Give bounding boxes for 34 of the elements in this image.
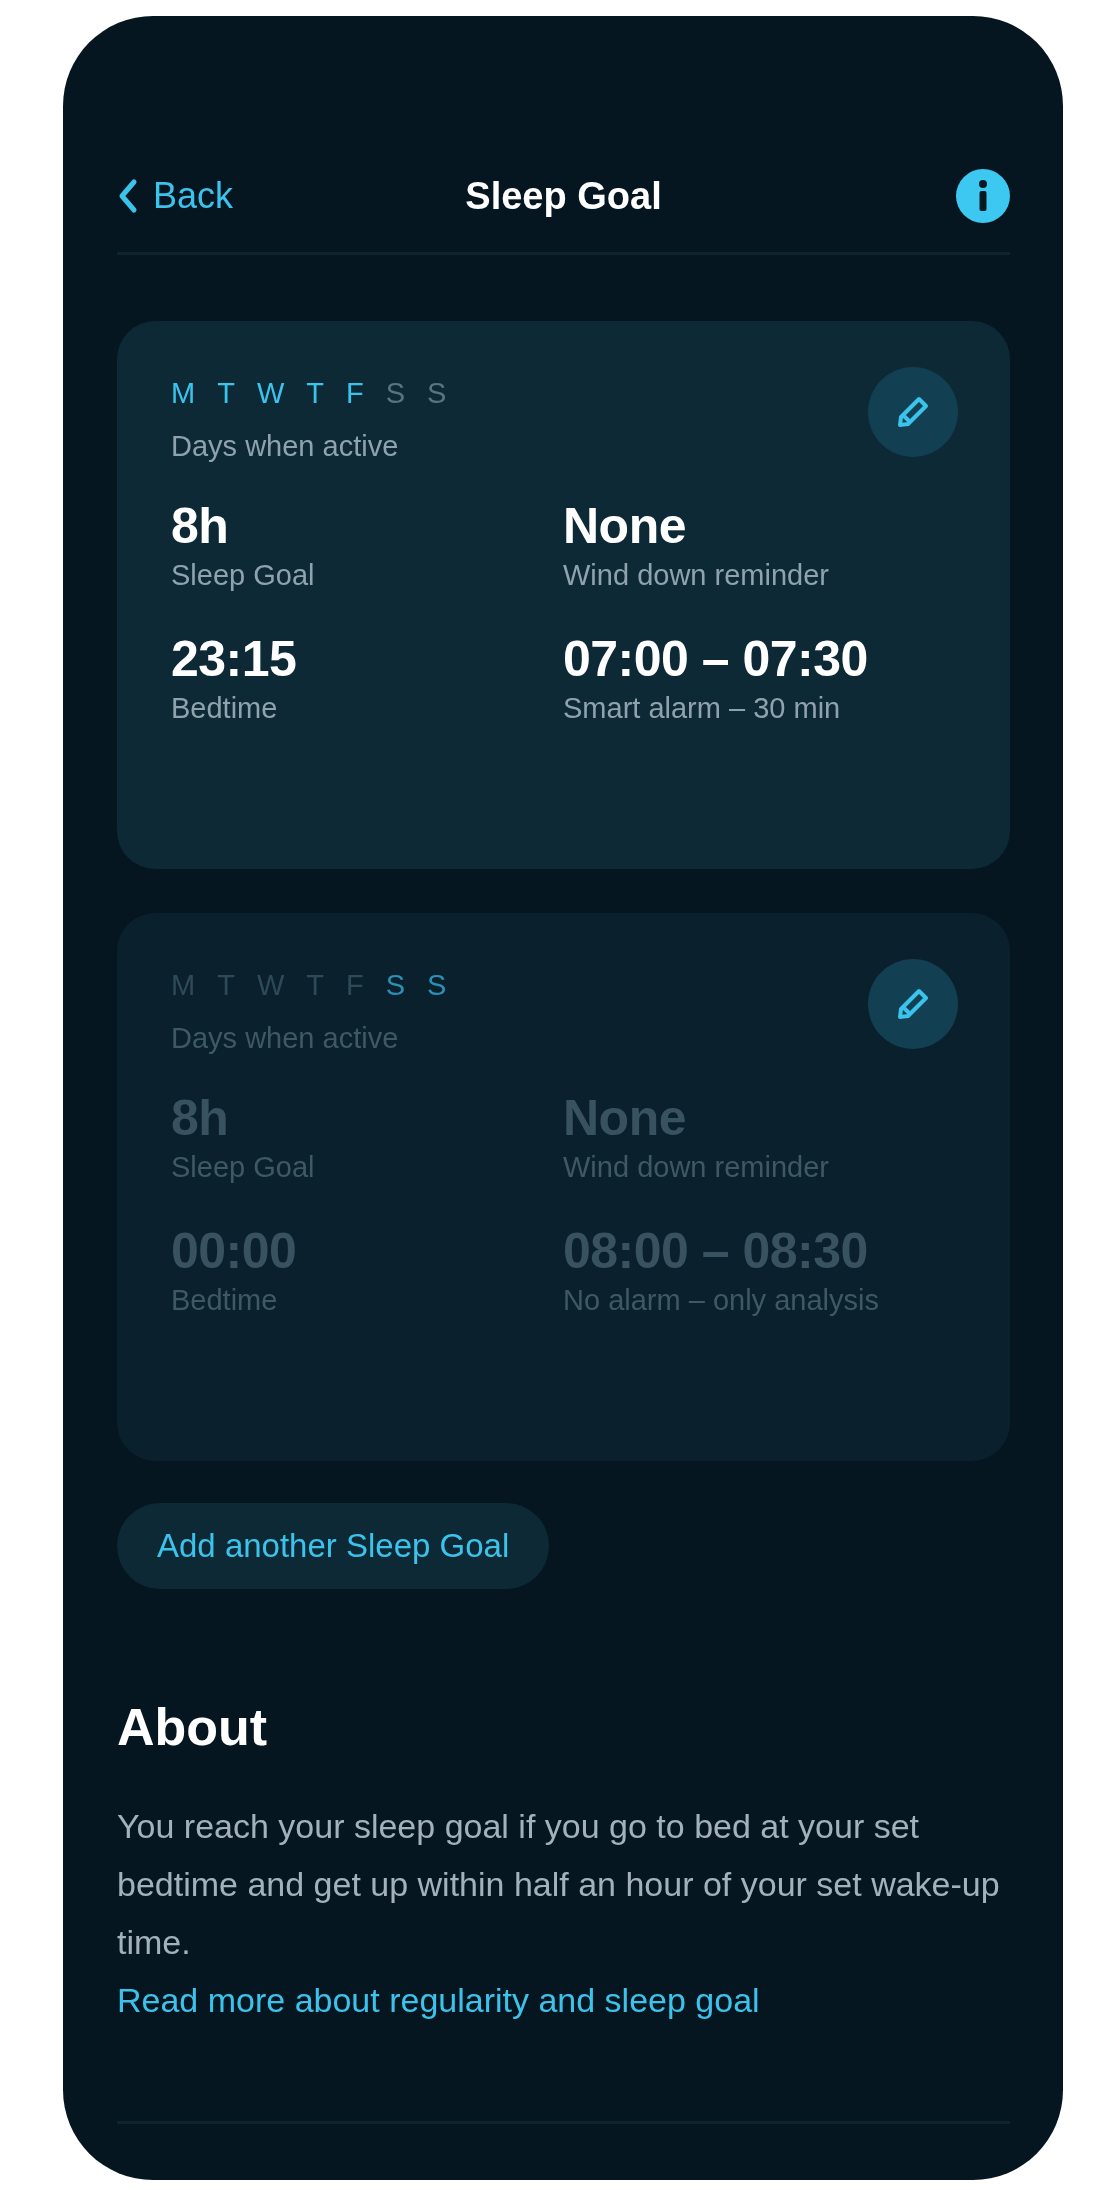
back-button[interactable]: Back [117,175,234,217]
stat-value: 07:00 – 07:30 [563,630,869,688]
info-icon[interactable] [956,169,1010,223]
stat-label: Smart alarm – 30 min [563,692,842,725]
stat-value: None [563,497,687,555]
stat-label: No alarm – only analysis [563,1284,880,1317]
pencil-icon [895,986,931,1022]
weekday-label: T [217,377,235,410]
sleep-goal-card[interactable]: M T W T F S S Days when active 8h Sleep Goal None Wind down reminder 23:15 Bedtime 07:00 – 07:30 Smart alarm – 30 min [117,321,1010,869]
stat-label: Sleep Goal [171,559,316,592]
stat-label: Wind down reminder [563,559,830,592]
days-caption: Days when active [171,430,400,463]
weekday-label: F [346,377,364,410]
about-paragraph: You reach your sleep goal if you go to bed at your set bedtime and get up within half an hour of your set wake-up time. [117,1806,1001,1963]
pencil-icon [895,394,931,430]
weekday-label: S [427,377,447,410]
weekday-label: S [427,969,447,1002]
days-caption: Days when active [171,1022,400,1055]
read-more-link[interactable]: Read more about regularity and sleep goal [117,1971,760,2029]
weekday-label: S [385,377,406,410]
weekday-label: M [171,377,196,410]
stat-value: 8h [171,497,230,555]
stat-label: Bedtime [171,692,279,725]
screen-title: Sleep Goal [465,174,662,218]
chevron-left-icon [117,178,139,214]
stat-value: 23:15 [171,630,298,688]
weekday-label: T [306,377,324,410]
weekday-label: S [385,969,406,1002]
section-heading: About [117,1697,269,1757]
weekday-label: W [256,377,285,410]
stat-label: Sleep Goal [171,1151,316,1184]
stat-label: Wind down reminder [563,1151,830,1184]
stat-label: Bedtime [171,1284,279,1317]
add-goal-button[interactable]: Add another Sleep Goal [117,1503,550,1589]
